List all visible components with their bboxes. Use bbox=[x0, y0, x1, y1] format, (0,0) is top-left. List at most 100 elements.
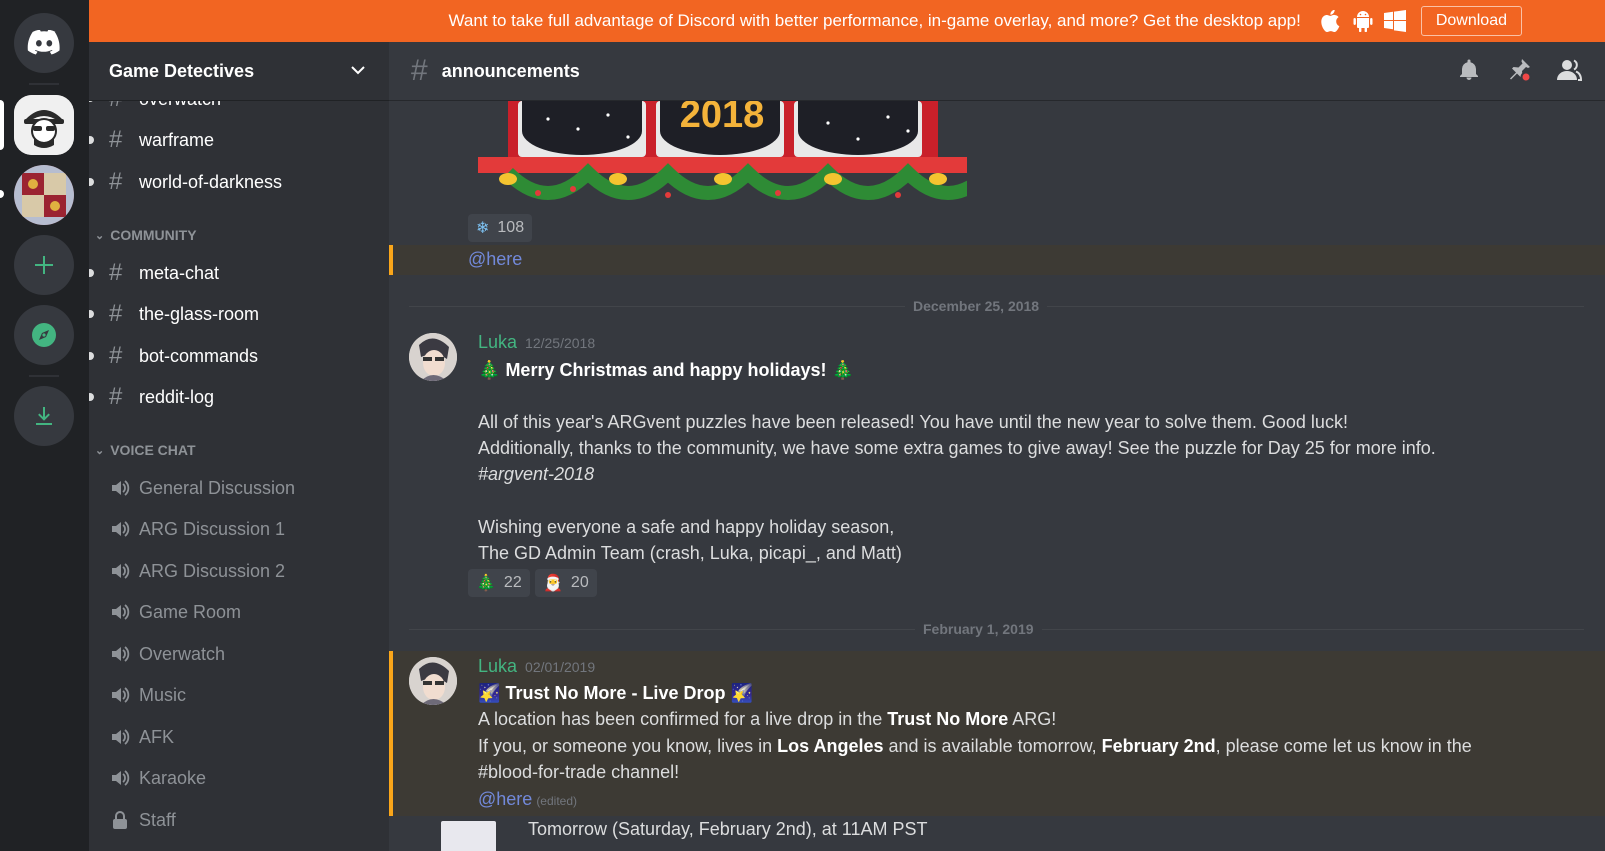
avatar[interactable] bbox=[409, 333, 457, 381]
message-timestamp: 02/01/2019 bbox=[525, 659, 596, 675]
speaker-icon bbox=[112, 687, 130, 703]
message-title-line: 🌠 Trust No More - Live Drop 🌠 bbox=[478, 683, 753, 704]
message-title: Trust No More - Live Drop bbox=[505, 683, 726, 703]
explore-compass-icon[interactable] bbox=[14, 305, 74, 365]
calendar-year-text: 2018 bbox=[680, 101, 765, 136]
mention-bar bbox=[389, 245, 393, 275]
desktop-app-banner: Want to take full advantage of Discord w… bbox=[89, 0, 1605, 42]
chevron-down-icon: ⌄ bbox=[95, 229, 105, 242]
mention-highlight bbox=[389, 245, 1605, 275]
channel-label: Overwatch bbox=[139, 643, 226, 664]
unread-dot bbox=[89, 310, 94, 318]
add-server-icon[interactable] bbox=[14, 235, 74, 295]
pin-icon[interactable] bbox=[1505, 56, 1533, 84]
voice-channel-overwatch[interactable]: Overwatch bbox=[89, 636, 389, 672]
notification-bell-icon[interactable] bbox=[1455, 56, 1483, 84]
lock-icon bbox=[113, 811, 127, 829]
channel-label: ARG Discussion 1 bbox=[139, 518, 286, 539]
text-channel-hash-icon: # bbox=[109, 342, 123, 369]
voice-channel-staff[interactable]: Staff bbox=[89, 802, 389, 838]
voice-channel-game-room[interactable]: Game Room bbox=[89, 594, 389, 630]
message-line: @here (edited) bbox=[478, 789, 577, 810]
speaker-icon bbox=[112, 480, 130, 496]
message-list: 2018 ❄ 108 @here December 25, 2018 Luka 1… bbox=[389, 101, 1605, 851]
apple-icon bbox=[1319, 9, 1343, 33]
crest-server-icon[interactable] bbox=[14, 165, 74, 225]
reaction-count: 108 bbox=[497, 219, 525, 236]
members-list-icon[interactable] bbox=[1555, 56, 1583, 84]
christmas-tree-icon: 🎄 bbox=[476, 575, 496, 592]
channel-the-glass-room[interactable]: # the-glass-room bbox=[89, 296, 389, 332]
reaction-santa[interactable]: 🎅 20 bbox=[535, 569, 597, 597]
discord-app: Want to take full advantage of Discord w… bbox=[0, 0, 1605, 851]
advent-calendar-image[interactable]: 2018 bbox=[478, 101, 993, 211]
speaker-icon bbox=[112, 729, 130, 745]
channel-sidebar: Game Detectives # overwatch # warframe #… bbox=[89, 42, 389, 851]
shooting-star-icon: 🌠 bbox=[478, 683, 501, 703]
channel-world-of-darkness[interactable]: # world-of-darkness bbox=[89, 164, 389, 200]
unread-dot bbox=[89, 269, 94, 277]
channel-title: announcements bbox=[441, 60, 580, 81]
partial-embed-thumbnail bbox=[441, 821, 496, 851]
unread-dot bbox=[89, 178, 94, 186]
channel-label: General Discussion bbox=[139, 477, 296, 498]
category-community[interactable]: ⌄ COMMUNITY bbox=[95, 227, 197, 243]
voice-channel-general-discussion[interactable]: General Discussion bbox=[89, 470, 389, 506]
hashtag-text: #argvent-2018 bbox=[478, 464, 595, 484]
voice-channel-arg-discussion-2[interactable]: ARG Discussion 2 bbox=[89, 553, 389, 589]
message-line: #argvent-2018 bbox=[478, 464, 594, 485]
here-mention[interactable]: @here bbox=[468, 249, 522, 270]
message-line: Tomorrow (Saturday, February 2nd), at 11… bbox=[528, 819, 928, 839]
windows-icon bbox=[1383, 9, 1407, 33]
snowflake-icon: ❄ bbox=[476, 220, 490, 237]
date-divider-label: December 25, 2018 bbox=[905, 298, 1048, 314]
unread-dot bbox=[89, 393, 94, 401]
message-author[interactable]: Luka 12/25/2018 bbox=[478, 332, 595, 353]
text-channel-hash-icon: # bbox=[109, 300, 123, 327]
date-divider-label: February 1, 2019 bbox=[915, 621, 1042, 637]
message-title: Merry Christmas and happy holidays! bbox=[505, 360, 827, 380]
channel-label: the-glass-room bbox=[139, 303, 260, 324]
reaction-snowflake[interactable]: ❄ 108 bbox=[468, 214, 533, 242]
message-line: Wishing everyone a safe and happy holida… bbox=[478, 517, 895, 537]
message-line: Additionally, thanks to the community, w… bbox=[478, 438, 1436, 458]
message-title-line: 🎄 Merry Christmas and happy holidays! 🎄 bbox=[478, 360, 854, 381]
reaction-count: 20 bbox=[570, 574, 589, 591]
download-apps-icon[interactable] bbox=[14, 386, 74, 446]
channel-label: AFK bbox=[139, 726, 175, 747]
message-line: All of this year's ARGvent puzzles have … bbox=[478, 412, 1348, 432]
channel-meta-chat[interactable]: # meta-chat bbox=[89, 255, 389, 291]
category-label: COMMUNITY bbox=[110, 227, 197, 243]
server-name: Game Detectives bbox=[109, 60, 255, 81]
bold-text: February 2nd bbox=[1101, 736, 1216, 756]
server-name-header[interactable]: Game Detectives bbox=[89, 42, 389, 101]
reaction-christmas-tree[interactable]: 🎄 22 bbox=[468, 569, 530, 597]
voice-channel-arg-discussion-1[interactable]: ARG Discussion 1 bbox=[89, 511, 389, 547]
author-name: Luka bbox=[478, 656, 518, 676]
game-detectives-server-icon[interactable] bbox=[14, 95, 74, 155]
voice-channel-karaoke[interactable]: Karaoke bbox=[89, 760, 389, 796]
rail-separator bbox=[29, 375, 59, 377]
speaker-icon bbox=[112, 521, 130, 537]
active-server-pill bbox=[0, 100, 4, 150]
unread-dot bbox=[89, 136, 94, 144]
message-line: #blood-for-trade channel! bbox=[478, 762, 680, 782]
message-author[interactable]: Luka 02/01/2019 bbox=[478, 656, 595, 677]
channel-reddit-log[interactable]: # reddit-log bbox=[89, 379, 389, 415]
here-mention[interactable]: @here bbox=[478, 789, 532, 809]
channel-label: bot-commands bbox=[139, 345, 259, 366]
message-line: If you, or someone you know, lives in Lo… bbox=[478, 736, 1472, 757]
channel-warframe[interactable]: # warframe bbox=[89, 122, 389, 158]
message-timestamp: 12/25/2018 bbox=[525, 335, 596, 351]
speaker-icon bbox=[112, 770, 130, 786]
voice-channel-music[interactable]: Music bbox=[89, 677, 389, 713]
christmas-tree-icon: 🎄 bbox=[831, 360, 854, 380]
download-button[interactable]: Download bbox=[1420, 6, 1522, 36]
banner-text: Want to take full advantage of Discord w… bbox=[448, 11, 1301, 30]
discord-home-icon[interactable] bbox=[14, 13, 74, 73]
category-voice-chat[interactable]: ⌄ VOICE CHAT bbox=[95, 442, 196, 458]
message-line: A location has been confirmed for a live… bbox=[478, 709, 1056, 730]
channel-bot-commands[interactable]: # bot-commands bbox=[89, 338, 389, 374]
avatar[interactable] bbox=[409, 657, 457, 705]
voice-channel-afk[interactable]: AFK bbox=[89, 719, 389, 755]
